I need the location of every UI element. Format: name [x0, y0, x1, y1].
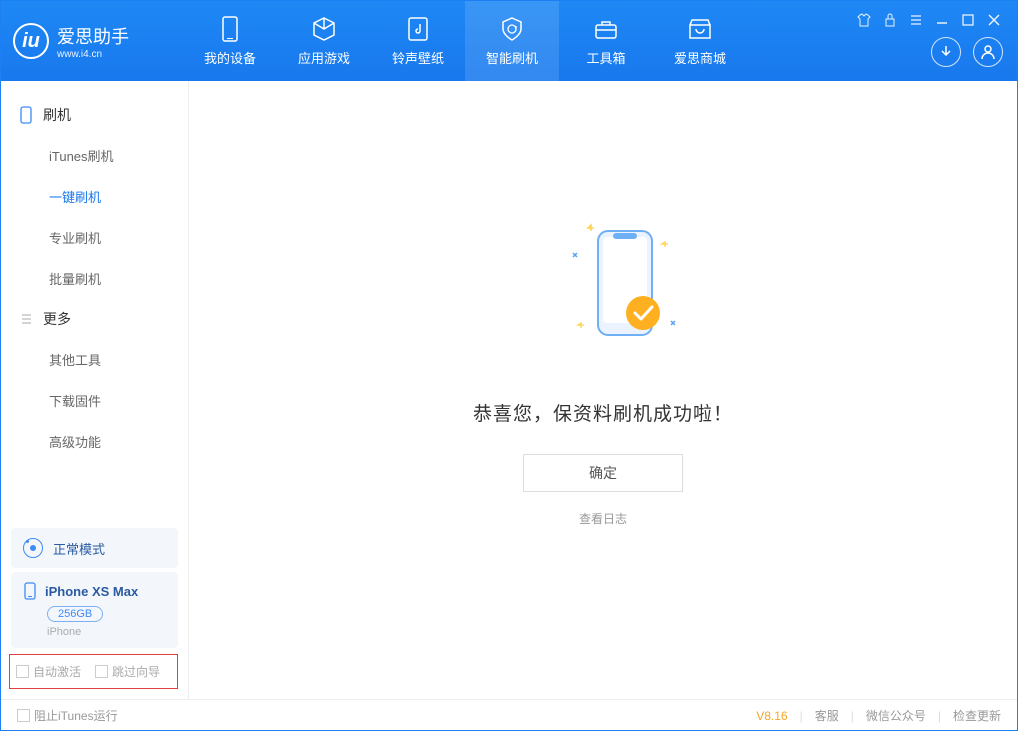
- ok-button[interactable]: 确定: [523, 454, 683, 492]
- sidebar-item-pro-flash[interactable]: 专业刷机: [1, 217, 188, 258]
- app-url: www.i4.cn: [57, 49, 129, 60]
- device-box[interactable]: iPhone XS Max 256GB iPhone: [11, 572, 178, 648]
- toolbox-icon: [593, 16, 619, 42]
- footer: 阻止iTunes运行 V8.16 | 客服 | 微信公众号 | 检查更新: [1, 699, 1017, 731]
- user-button[interactable]: [973, 37, 1003, 67]
- sidebar-group-more: 更多: [1, 299, 188, 339]
- tab-ringtones[interactable]: 铃声壁纸: [371, 1, 465, 81]
- version-label: V8.16: [756, 709, 787, 723]
- footer-link-update[interactable]: 检查更新: [953, 707, 1001, 724]
- device-icon: [217, 16, 243, 42]
- music-file-icon: [405, 16, 431, 42]
- tshirt-icon[interactable]: [855, 11, 873, 29]
- mode-label: 正常模式: [53, 539, 105, 558]
- main-tabs: 我的设备 应用游戏 铃声壁纸 智能刷机 工具箱 爱思商城: [183, 1, 747, 81]
- sidebar-group-flash: 刷机: [1, 95, 188, 135]
- list-icon: [19, 312, 33, 326]
- device-type: iPhone: [47, 626, 166, 638]
- checkbox-label: 阻止iTunes运行: [34, 707, 118, 724]
- header-action-buttons: [931, 37, 1003, 67]
- checkbox-auto-activate[interactable]: 自动激活: [16, 663, 81, 680]
- store-icon: [687, 16, 713, 42]
- group-title: 刷机: [43, 105, 71, 125]
- tab-store[interactable]: 爱思商城: [653, 1, 747, 81]
- tab-label: 应用游戏: [298, 48, 350, 67]
- tab-label: 我的设备: [204, 48, 256, 67]
- checkbox-block-itunes[interactable]: 阻止iTunes运行: [17, 707, 118, 724]
- tab-label: 铃声壁纸: [392, 48, 444, 67]
- success-message: 恭喜您，保资料刷机成功啦！: [473, 399, 733, 426]
- minimize-icon[interactable]: [933, 11, 951, 29]
- sidebar-item-download-firmware[interactable]: 下载固件: [1, 380, 188, 421]
- sidebar-item-itunes-flash[interactable]: iTunes刷机: [1, 135, 188, 176]
- main-content: 恭喜您，保资料刷机成功啦！ 确定 查看日志: [189, 81, 1017, 699]
- view-log-link[interactable]: 查看日志: [579, 510, 627, 527]
- phone-outline-icon: [19, 106, 33, 124]
- lock-icon[interactable]: [881, 11, 899, 29]
- footer-link-support[interactable]: 客服: [815, 707, 839, 724]
- sidebar: 刷机 iTunes刷机 一键刷机 专业刷机 批量刷机 更多 其他工具 下载固件 …: [1, 81, 189, 699]
- checkbox-skip-guide[interactable]: 跳过向导: [95, 663, 160, 680]
- device-storage: 256GB: [47, 606, 103, 622]
- tab-toolbox[interactable]: 工具箱: [559, 1, 653, 81]
- tab-label: 工具箱: [586, 48, 625, 67]
- download-button[interactable]: [931, 37, 961, 67]
- logo-area: iu 爱思助手 www.i4.cn: [13, 23, 183, 60]
- tab-label: 智能刷机: [486, 48, 538, 67]
- mode-box[interactable]: 正常模式: [11, 528, 178, 568]
- sidebar-item-advanced[interactable]: 高级功能: [1, 421, 188, 462]
- tab-smart-flash[interactable]: 智能刷机: [465, 1, 559, 81]
- success-illustration: [543, 213, 663, 353]
- tab-apps-games[interactable]: 应用游戏: [277, 1, 371, 81]
- tab-my-device[interactable]: 我的设备: [183, 1, 277, 81]
- sync-mode-icon: [23, 538, 43, 558]
- cube-icon: [311, 16, 337, 42]
- phone-icon: [23, 582, 37, 600]
- menu-icon[interactable]: [907, 11, 925, 29]
- checkbox-label: 自动激活: [33, 663, 81, 680]
- close-icon[interactable]: [985, 11, 1003, 29]
- group-title: 更多: [43, 309, 71, 329]
- app-logo-icon: iu: [13, 23, 49, 59]
- flash-options: 自动激活 跳过向导: [9, 654, 178, 689]
- window-controls: [855, 11, 1003, 29]
- device-name: iPhone XS Max: [45, 584, 138, 599]
- sidebar-item-one-click-flash[interactable]: 一键刷机: [1, 176, 188, 217]
- app-name: 爱思助手: [57, 23, 129, 49]
- shield-sync-icon: [499, 16, 525, 42]
- sidebar-item-other-tools[interactable]: 其他工具: [1, 339, 188, 380]
- header: iu 爱思助手 www.i4.cn 我的设备 应用游戏 铃声壁纸 智能刷机 工具…: [1, 1, 1017, 81]
- footer-link-wechat[interactable]: 微信公众号: [866, 707, 926, 724]
- tab-label: 爱思商城: [674, 48, 726, 67]
- maximize-icon[interactable]: [959, 11, 977, 29]
- checkbox-label: 跳过向导: [112, 663, 160, 680]
- sidebar-item-batch-flash[interactable]: 批量刷机: [1, 258, 188, 299]
